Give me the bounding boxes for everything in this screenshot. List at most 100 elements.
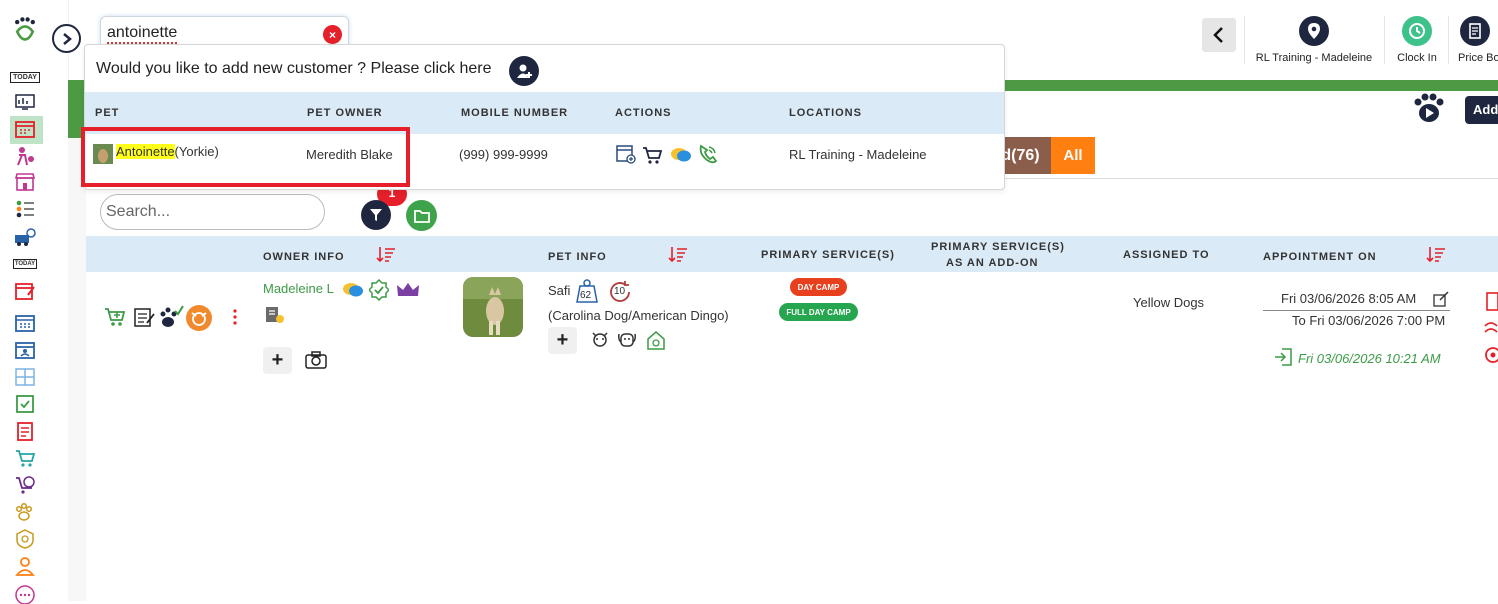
appointment-end: To Fri 03/06/2026 7:00 PM [1292, 313, 1446, 328]
location-selector[interactable]: RL Training - Madeleine [1252, 16, 1376, 64]
kebab-menu-icon[interactable] [233, 308, 237, 326]
badge-icon[interactable] [12, 529, 38, 549]
add-button[interactable]: Add [1465, 96, 1498, 124]
today-icon[interactable]: TODAY [10, 67, 40, 87]
location-pin-red-icon[interactable] [1484, 346, 1498, 368]
age-value: 10 [614, 286, 626, 297]
paw-icon[interactable] [12, 502, 38, 522]
dashboard-icon[interactable] [12, 92, 38, 112]
chevron-left-icon [1213, 27, 1223, 43]
checklist-icon[interactable] [12, 394, 38, 414]
owner-name-link[interactable]: Madeleine L [263, 281, 334, 296]
report-card-icon[interactable] [1486, 292, 1498, 312]
highlight-box [81, 127, 410, 187]
add-customer-prompt[interactable]: Would you like to add new customer ? Ple… [96, 60, 491, 78]
clear-search-icon[interactable]: × [323, 25, 342, 44]
sort-icon[interactable] [668, 245, 688, 265]
grid-icon[interactable] [12, 367, 38, 387]
sort-icon[interactable] [376, 245, 396, 265]
filter-icon [370, 209, 382, 221]
dog-face-icon[interactable] [616, 330, 638, 350]
dd-mobile[interactable]: (999) 999-9999 [459, 147, 548, 162]
staff-list-icon[interactable] [12, 199, 38, 219]
clock-in-label: Clock In [1397, 52, 1437, 64]
notes-icon[interactable] [132, 306, 156, 328]
id-card-icon[interactable] [264, 304, 286, 324]
expand-sidebar-button[interactable] [52, 24, 81, 53]
appointments-table-header: OWNER INFO PET INFO PRIMARY SERVICE(S) P… [86, 236, 1498, 272]
store-icon[interactable] [12, 172, 38, 192]
camera-icon[interactable] [304, 349, 328, 371]
pet-transport-icon[interactable] [12, 227, 38, 247]
appointment-divider [1263, 310, 1450, 311]
list-search-input[interactable]: Search... [100, 194, 325, 230]
paw-play-icon[interactable] [1410, 92, 1454, 126]
calendar-add-icon[interactable] [615, 143, 637, 165]
location-label: RL Training - Madeleine [1255, 52, 1373, 64]
sort-icon[interactable] [1426, 245, 1446, 265]
dd-col-locations: LOCATIONS [789, 107, 862, 119]
check-in-icon [1275, 348, 1292, 366]
phone-icon[interactable] [697, 143, 719, 165]
logo-icon[interactable] [12, 14, 38, 44]
add-user-icon[interactable] [509, 56, 539, 86]
dd-col-actions: ACTIONS [615, 107, 672, 119]
cart-icon[interactable] [12, 448, 38, 468]
cart-icon[interactable] [642, 145, 664, 165]
groomer-icon[interactable] [12, 146, 38, 166]
dd-col-mobile: MOBILE NUMBER [461, 107, 569, 119]
weight-value: 62 [580, 290, 592, 301]
today-checklist-icon[interactable]: TODAY [12, 254, 38, 274]
dd-col-pet: PET [95, 107, 120, 119]
filter-button[interactable] [361, 200, 391, 230]
appointment-start: Fri 03/06/2026 8:05 AM [1281, 291, 1417, 306]
cart-clock-icon[interactable] [12, 475, 38, 495]
assigned-to: Yellow Dogs [1133, 295, 1205, 310]
back-button[interactable] [1202, 18, 1236, 52]
col-assigned-to: ASSIGNED TO [1123, 249, 1210, 261]
paw-check-icon[interactable] [158, 305, 184, 329]
age-icon: 10 [607, 279, 633, 305]
staff-calendar-icon[interactable] [12, 340, 38, 360]
calendar-icon[interactable] [12, 119, 38, 139]
service-badge: FULL DAY CAMP [779, 303, 858, 321]
handoff-icon[interactable] [1484, 318, 1498, 338]
folder-button[interactable] [406, 200, 437, 231]
tabs-underline [1005, 178, 1498, 179]
calendar-edit-icon[interactable] [12, 281, 38, 301]
add-owner-note-button[interactable]: + [263, 347, 292, 374]
col-owner-info[interactable]: OWNER INFO [263, 251, 345, 263]
kennel-icon[interactable] [645, 330, 667, 350]
chat-icon[interactable] [341, 280, 365, 300]
divider [1244, 16, 1245, 64]
dd-location: RL Training - Madeleine [789, 147, 927, 162]
col-addon-line2: AS AN ADD-ON [946, 257, 1039, 269]
price-book-button[interactable]: Price Bo [1458, 16, 1498, 64]
pet-face-icon[interactable] [186, 305, 212, 331]
add-pet-note-button[interactable]: + [548, 327, 577, 354]
pet-grooming-icon[interactable] [589, 330, 611, 350]
pet-photo[interactable] [463, 277, 523, 337]
divider [1448, 16, 1449, 64]
customer-search-dropdown: Would you like to add new customer ? Ple… [81, 44, 1005, 190]
cart-add-icon[interactable] [104, 306, 128, 328]
col-addon-line1: PRIMARY SERVICE(S) [931, 241, 1065, 253]
dd-col-owner: PET OWNER [307, 107, 383, 119]
col-pet-info[interactable]: PET INFO [548, 251, 607, 263]
certified-icon[interactable] [369, 279, 389, 301]
pet-name[interactable]: Safi [548, 283, 570, 298]
clock-in-button[interactable]: Clock In [1392, 16, 1442, 64]
edit-appointment-icon[interactable] [1433, 291, 1449, 307]
price-label: Price Bo [1458, 52, 1498, 64]
col-primary-services: PRIMARY SERVICE(S) [761, 249, 895, 261]
report-icon[interactable] [12, 421, 38, 441]
crown-icon [397, 283, 419, 296]
tab-all[interactable]: All [1051, 137, 1095, 174]
chevron-right-icon [62, 32, 72, 45]
location-pin-icon [1299, 16, 1329, 46]
col-appointment-on[interactable]: APPOINTMENT ON [1263, 251, 1377, 263]
user-icon[interactable] [12, 556, 38, 576]
schedule-icon[interactable] [12, 313, 38, 333]
more-icon[interactable] [12, 584, 38, 604]
chat-icon[interactable] [669, 145, 693, 165]
